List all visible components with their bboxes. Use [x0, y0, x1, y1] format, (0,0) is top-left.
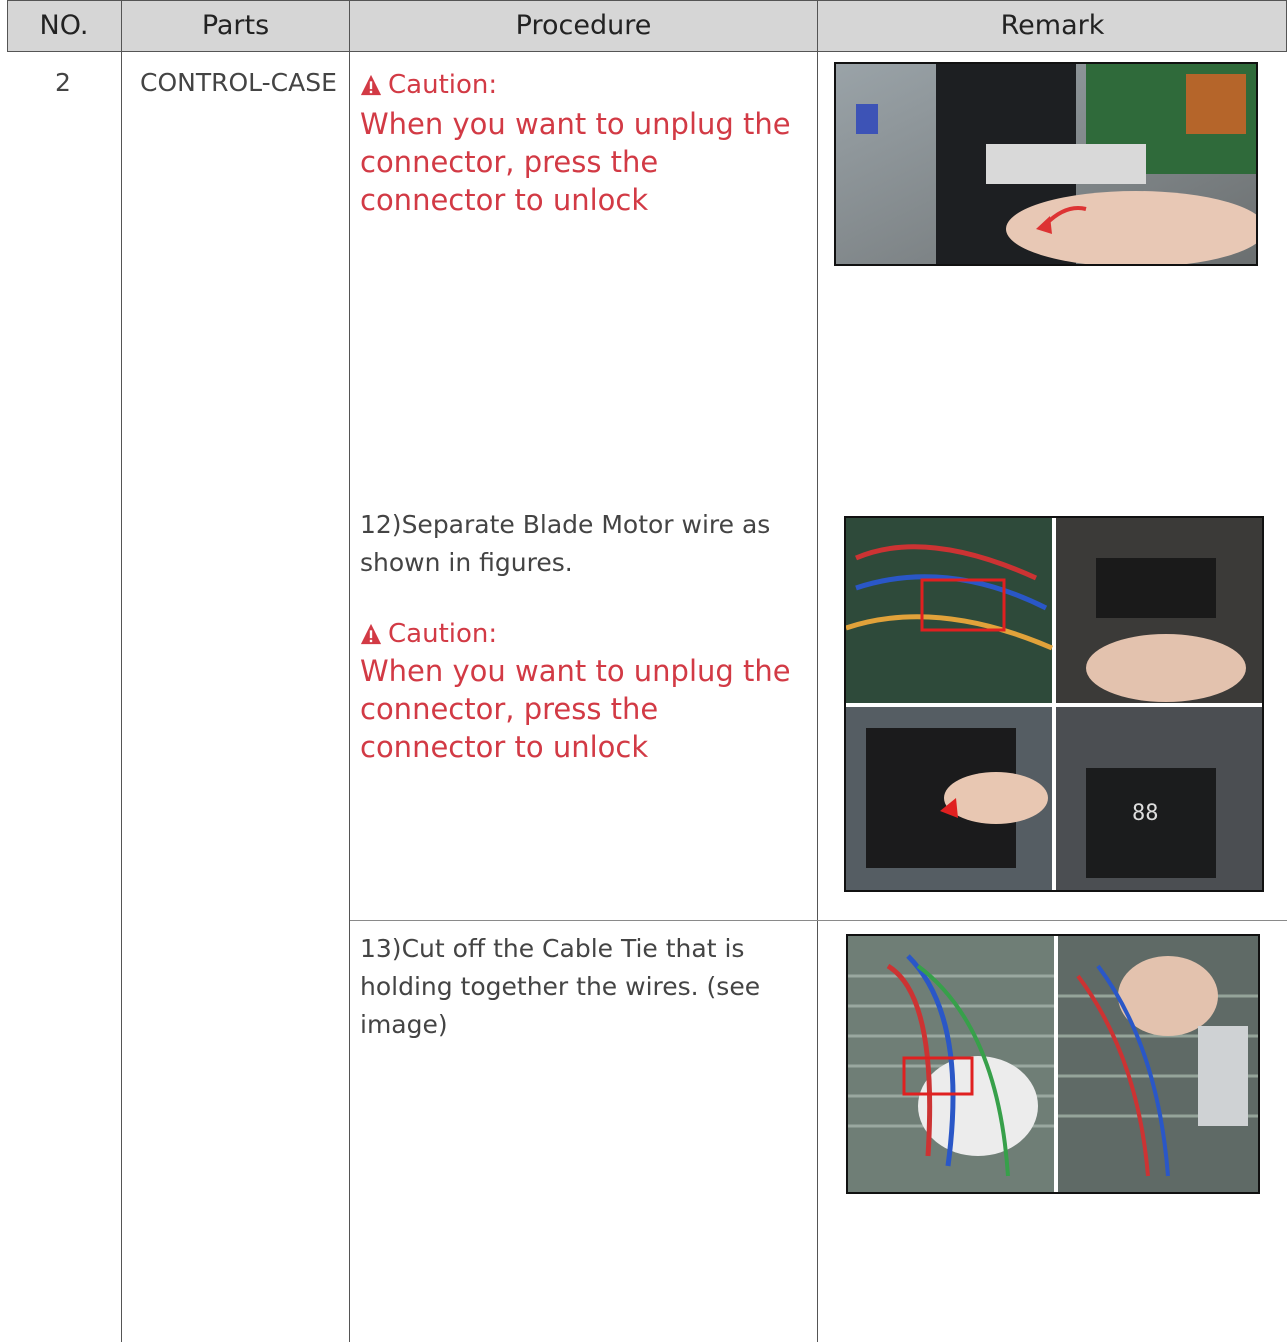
caution-heading-2: Caution: [360, 619, 497, 649]
caution-label: Caution: [388, 619, 498, 649]
header-no: NO. [7, 0, 121, 52]
step-12-text: 12)Separate Blade Motor wire as shown in… [360, 510, 771, 577]
caution-heading-1: Caution: [360, 70, 497, 100]
step-13-text: 13)Cut off the Cable Tie that is holding… [360, 934, 761, 1039]
caution-text-2: When you want to unplug the connector, p… [360, 654, 791, 764]
header-procedure: Procedure [350, 0, 817, 52]
photo-blade-motor-wire: 88 [844, 516, 1264, 892]
warning-icon [360, 74, 382, 96]
photo-connector-unlock [834, 62, 1258, 266]
row-divider [350, 920, 1287, 921]
warning-icon [360, 623, 382, 645]
header-parts: Parts [122, 0, 349, 52]
col-border-3 [817, 0, 818, 1342]
table-top-border [7, 0, 1287, 1]
col-border-1 [121, 0, 122, 1342]
col-border-left [7, 0, 8, 52]
col-border-2 [349, 0, 350, 1342]
row-number: 2 [55, 68, 71, 97]
photo-cable-tie [846, 934, 1260, 1194]
part-name: CONTROL-CASE [140, 68, 337, 97]
header-remark: Remark [818, 0, 1287, 52]
caution-text-1: When you want to unplug the connector, p… [360, 107, 791, 217]
caution-label: Caution: [388, 70, 498, 100]
svg-text:88: 88 [1132, 801, 1159, 826]
